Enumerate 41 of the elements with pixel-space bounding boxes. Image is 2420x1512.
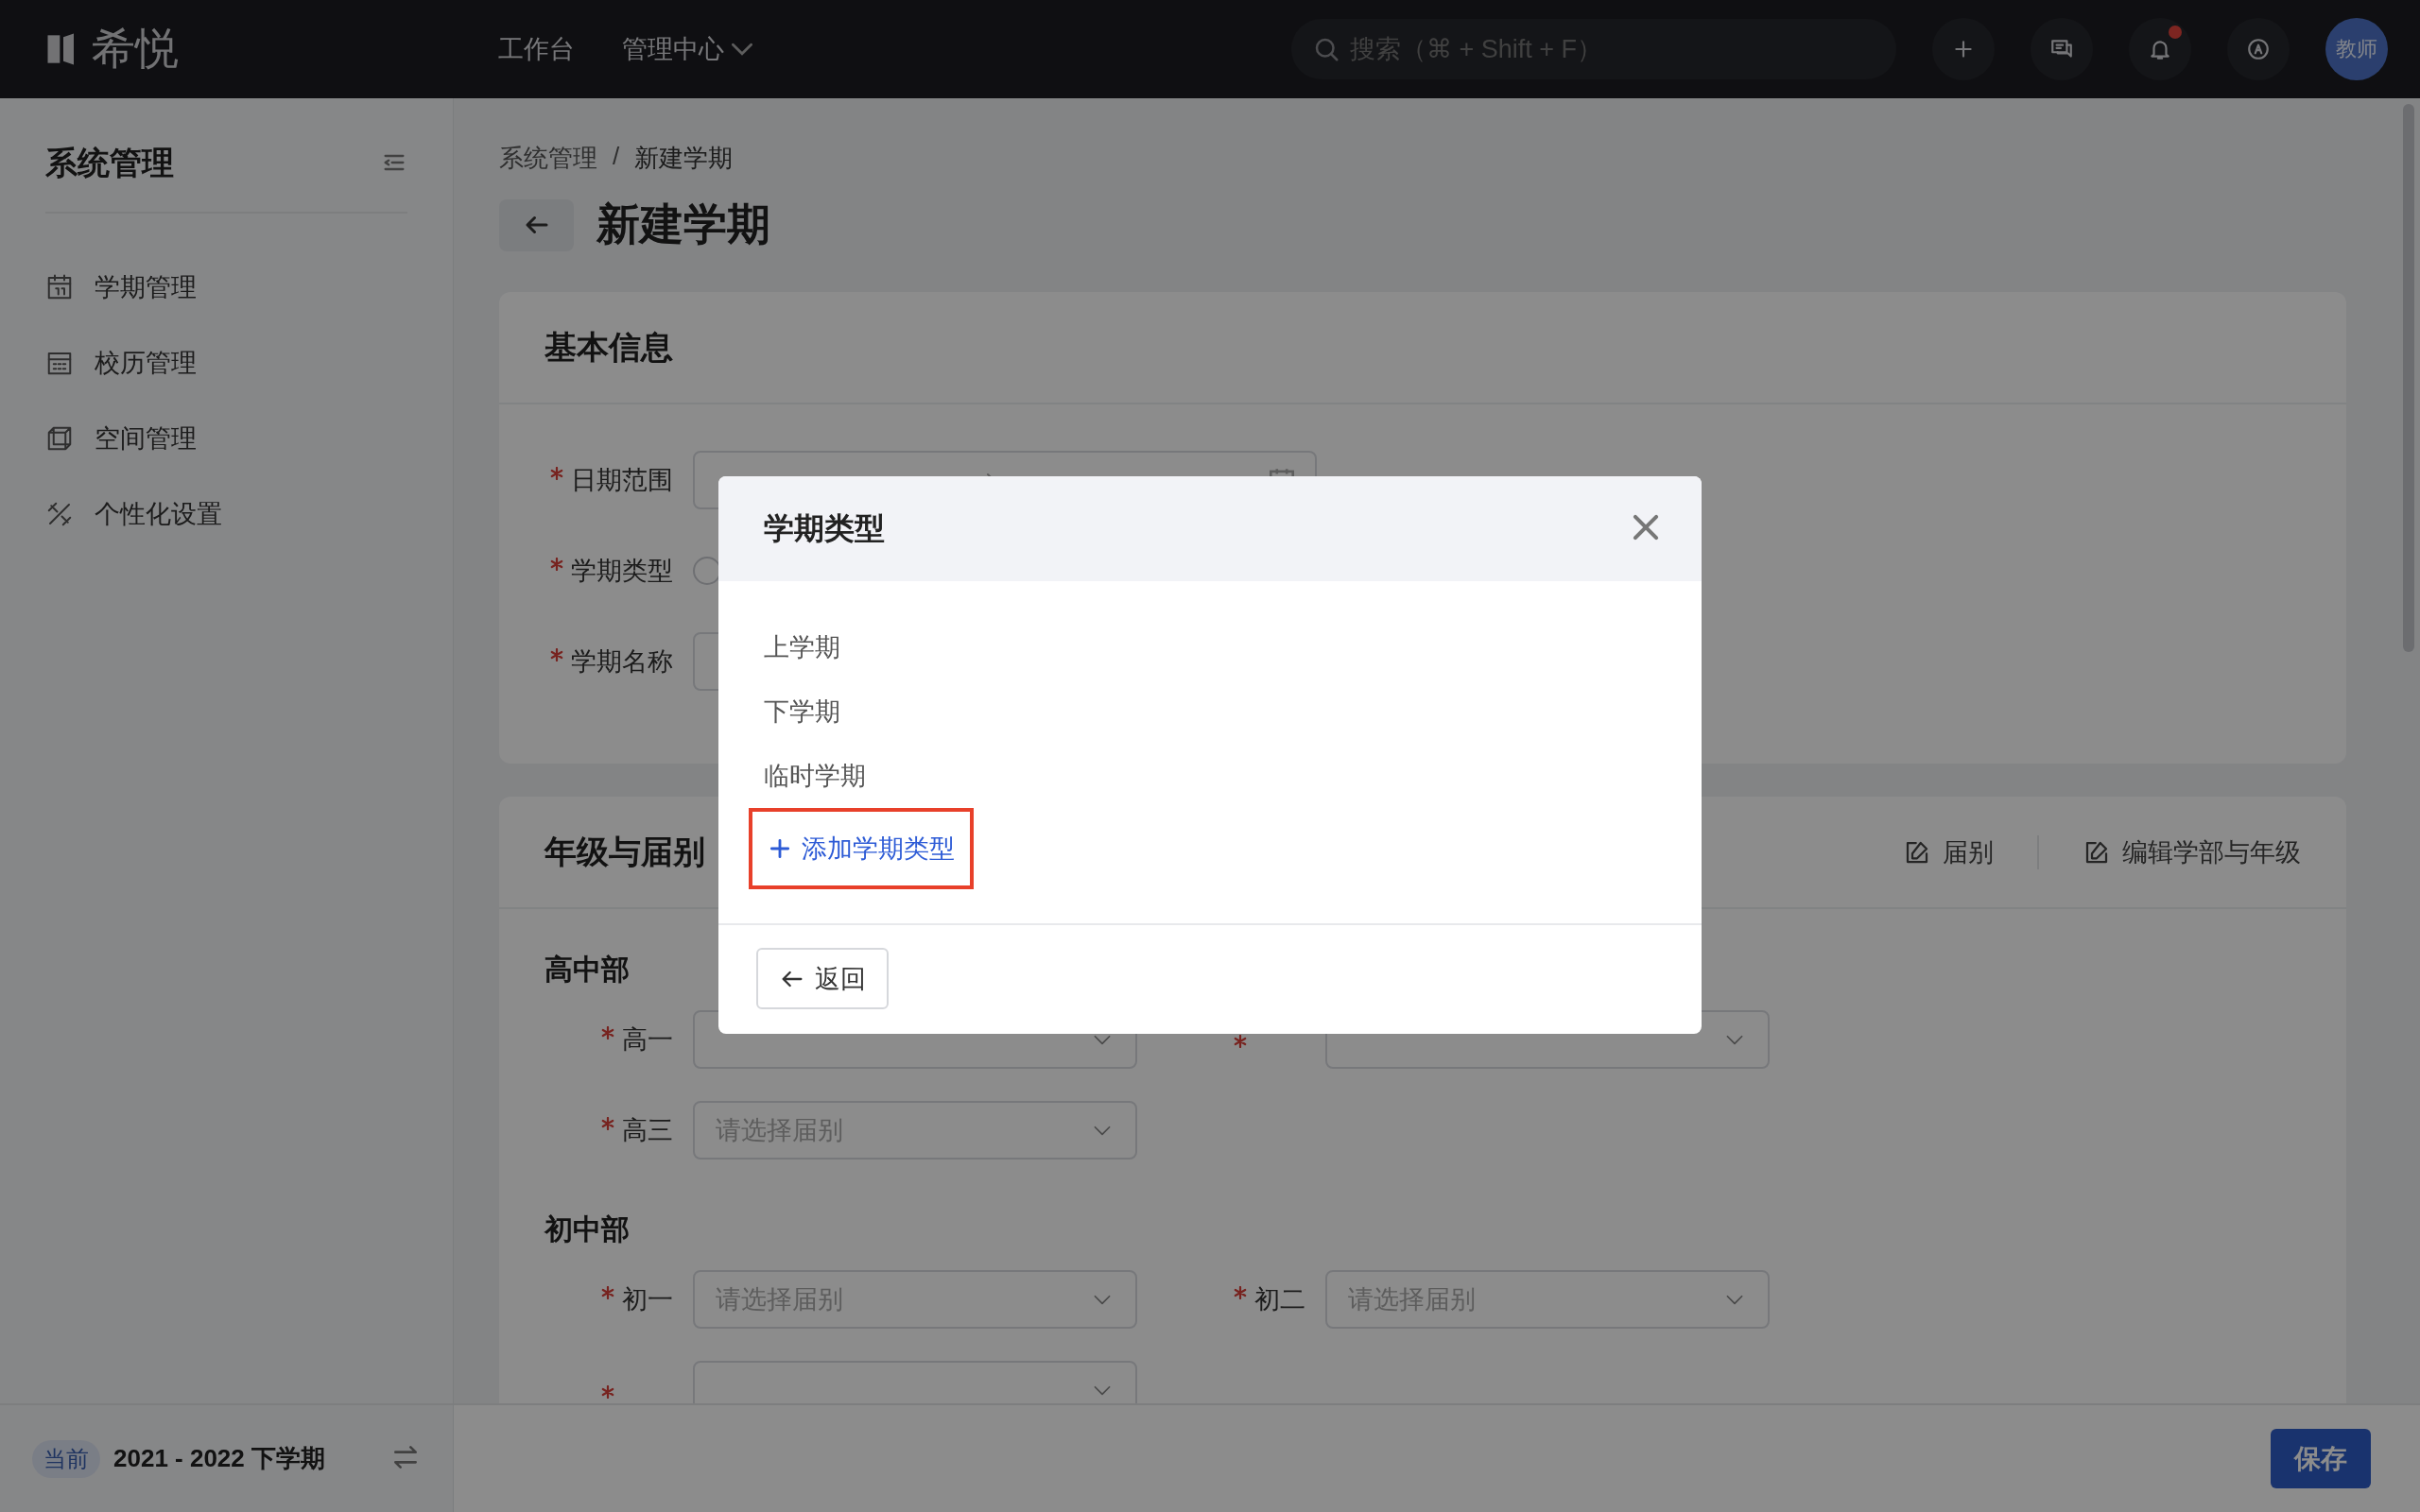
- section-title: 基本信息: [544, 327, 673, 367]
- tools-icon: [45, 500, 74, 528]
- edit-link[interactable]: 编辑学部与年级: [2083, 834, 2301, 869]
- plus-icon: [768, 836, 792, 861]
- current-badge: 当前: [32, 1439, 100, 1478]
- nav-menu[interactable]: 管理中心: [622, 32, 752, 66]
- option-item[interactable]: 下学期: [749, 679, 856, 744]
- section-title: 年级与届别: [544, 832, 705, 871]
- current-term: 2021 - 2022 下学期: [113, 1443, 326, 1474]
- page-title: 新建学期: [596, 198, 770, 250]
- user-avatar[interactable]: 教师: [2325, 18, 2388, 80]
- cube-icon: [45, 424, 74, 453]
- logo-text: 希悦: [92, 23, 179, 75]
- sidebar-item[interactable]: 校历管理: [0, 325, 453, 401]
- field-label: 初二: [1254, 1284, 1305, 1315]
- field-label: 高一: [622, 1024, 673, 1056]
- breadcrumb-separator: /: [613, 142, 620, 172]
- dialog-title: 学期类型: [764, 509, 885, 547]
- field-label: 高三: [622, 1115, 673, 1146]
- field-label: 学期名称: [571, 646, 673, 678]
- save-button[interactable]: 保存: [2271, 1429, 2371, 1488]
- field-label: 学期类型: [571, 556, 673, 587]
- sidebar-title: 系统管理: [45, 144, 174, 182]
- calendar-icon: [45, 273, 74, 301]
- field-label: 初一: [622, 1284, 673, 1315]
- group-title: 高中部: [544, 953, 630, 987]
- field-label: 日期范围: [571, 465, 673, 496]
- sidebar-item[interactable]: 个性化设置: [0, 476, 453, 552]
- circle-a-icon: [2246, 37, 2271, 61]
- breadcrumb-link[interactable]: 系统管理: [499, 142, 597, 175]
- sidebar-item[interactable]: 空间管理: [0, 401, 453, 476]
- edit-link[interactable]: 届别: [1903, 834, 1994, 869]
- option-item[interactable]: 临时学期: [749, 744, 881, 808]
- sidebar-item[interactable]: 学期管理: [0, 249, 453, 325]
- option-item[interactable]: 上学期: [749, 615, 856, 679]
- add-type-link[interactable]: 添加学期类型: [749, 808, 974, 889]
- back-button[interactable]: [499, 198, 574, 251]
- group-title: 初中部: [544, 1212, 630, 1246]
- back-button[interactable]: 返回: [756, 948, 889, 1009]
- select-field[interactable]: [693, 1361, 1137, 1403]
- nav-menu[interactable]: 工作台: [498, 32, 575, 66]
